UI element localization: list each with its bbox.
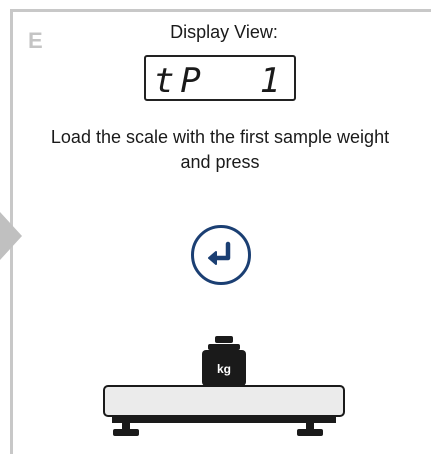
instruction-text: Load the scale with the first sample wei… <box>25 125 415 175</box>
display-view-label: Display View: <box>170 22 278 42</box>
lcd-readout: tP 1 <box>153 61 287 101</box>
scale-base <box>112 415 336 423</box>
triangle-right-icon <box>0 212 22 260</box>
weight-unit-label: kg <box>217 362 231 376</box>
step-letter: E <box>28 28 43 53</box>
weight-icon: kg <box>202 336 246 386</box>
lcd-display: tP 1 <box>144 55 296 101</box>
scale-platform <box>103 385 345 417</box>
instruction-line-1: Load the scale with the first sample wei… <box>50 127 390 147</box>
scale-illustration: kg <box>103 336 345 436</box>
scale-foot-left <box>113 429 139 436</box>
enter-key-icon <box>191 225 251 285</box>
instruction-line-2: and press <box>180 152 260 172</box>
scale-foot-right <box>297 429 323 436</box>
